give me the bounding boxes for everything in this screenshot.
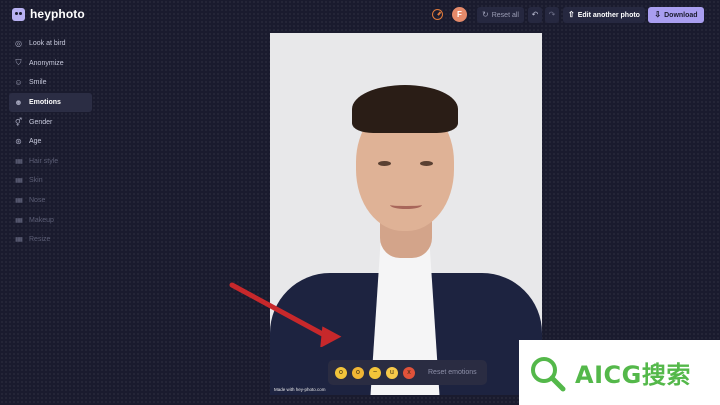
sidebar-item-label: Nose	[29, 197, 46, 205]
sidebar-item-label: Emotions	[29, 99, 61, 107]
undo-button[interactable]: ↶	[528, 7, 542, 23]
sidebar-item-label: Age	[29, 138, 42, 146]
eye-icon: ◎	[15, 39, 22, 49]
happy-emoji-icon[interactable]: u	[386, 366, 398, 379]
surprised-emoji-icon[interactable]: o	[335, 366, 347, 379]
logo-icon	[12, 7, 25, 21]
reset-all-label: Reset all	[491, 11, 519, 19]
undo-icon: ↶	[531, 10, 539, 19]
photo-hair	[352, 85, 458, 133]
sidebar-item-anonymize[interactable]: ⛉ Anonymize	[9, 54, 92, 74]
edit-another-photo-button[interactable]: ⇧ Edit another photo	[563, 7, 645, 23]
locked-icon: ▮▮▮	[15, 158, 23, 165]
watermark-text: AICG搜索	[575, 361, 691, 389]
avatar[interactable]: F	[452, 7, 467, 22]
sidebar-item-makeup[interactable]: ▮▮▮ Makeup	[9, 210, 92, 230]
sad-emoji-icon[interactable]: ~	[369, 366, 381, 379]
upload-icon: ⇧	[568, 10, 575, 19]
angry-emoji-icon[interactable]: x	[403, 366, 415, 379]
magnifier-icon	[531, 356, 566, 391]
sidebar-item-smile[interactable]: ☺ Smile	[9, 73, 92, 93]
sidebar-item-label: Look at bird	[29, 40, 66, 48]
age-icon: ⊛	[15, 137, 22, 147]
shocked-emoji-icon[interactable]: o	[352, 366, 364, 379]
download-label: Download	[664, 11, 698, 19]
aicg-watermark: AICG搜索	[519, 340, 720, 405]
smile-icon: ☺	[14, 78, 23, 88]
app-name: heyphoto	[30, 7, 85, 21]
timer-icon[interactable]	[432, 9, 443, 20]
sidebar-item-label: Hair style	[29, 157, 59, 165]
locked-icon: ▮▮▮	[15, 178, 23, 185]
sidebar-item-label: Resize	[29, 236, 51, 244]
sidebar-item-skin[interactable]: ▮▮▮ Skin	[9, 171, 92, 191]
reset-emotions-button[interactable]: Reset emotions	[428, 369, 477, 376]
locked-icon: ▮▮▮	[15, 198, 23, 205]
sidebar-item-emotions[interactable]: ☻ Emotions	[9, 92, 92, 113]
emotions-icon: ☻	[14, 98, 23, 108]
reset-icon: ↻	[482, 10, 489, 19]
photo-eye-left	[378, 161, 391, 166]
photo-caption: Made with hey-photo.com	[274, 387, 326, 392]
locked-icon: ▮▮▮	[15, 237, 23, 244]
sidebar-item-label: Skin	[29, 177, 43, 185]
sidebar-item-label: Smile	[29, 79, 47, 87]
sidebar-item-look-at-bird[interactable]: ◎ Look at bird	[9, 34, 92, 54]
sidebar-item-label: Makeup	[29, 216, 54, 224]
locked-icon: ▮▮▮	[15, 217, 23, 224]
download-icon: ⇩	[654, 10, 662, 19]
sidebar-item-age[interactable]: ⊛ Age	[9, 132, 92, 152]
top-bar: heyphoto F ↻ Reset all ↶ ↷ ⇧ Edit anothe…	[0, 0, 720, 30]
emotions-toolbar: o o ~ u x Reset emotions	[328, 360, 487, 385]
reset-all-button[interactable]: ↻ Reset all	[477, 7, 524, 23]
photo-mouth	[390, 201, 422, 209]
sidebar-item-label: Anonymize	[29, 59, 64, 67]
gender-icon: ⚥	[14, 117, 23, 127]
photo-eye-right	[420, 161, 433, 166]
mask-icon: ⛉	[15, 58, 22, 68]
app-logo[interactable]: heyphoto	[12, 7, 85, 21]
sidebar-item-resize[interactable]: ▮▮▮ Resize	[9, 230, 92, 250]
redo-icon: ↷	[548, 10, 556, 19]
redo-button[interactable]: ↷	[545, 7, 559, 23]
sidebar-item-nose[interactable]: ▮▮▮ Nose	[9, 191, 92, 211]
red-arrow-annotation	[229, 282, 342, 347]
edit-another-photo-label: Edit another photo	[577, 11, 640, 19]
sidebar-item-label: Gender	[29, 118, 53, 126]
sidebar-item-gender[interactable]: ⚥ Gender	[9, 112, 92, 132]
download-button[interactable]: ⇩ Download	[648, 7, 704, 23]
sidebar-item-hair-style[interactable]: ▮▮▮ Hair style	[9, 152, 92, 172]
sidebar: ◎ Look at bird ⛉ Anonymize ☺ Smile ☻ Emo…	[9, 34, 92, 250]
